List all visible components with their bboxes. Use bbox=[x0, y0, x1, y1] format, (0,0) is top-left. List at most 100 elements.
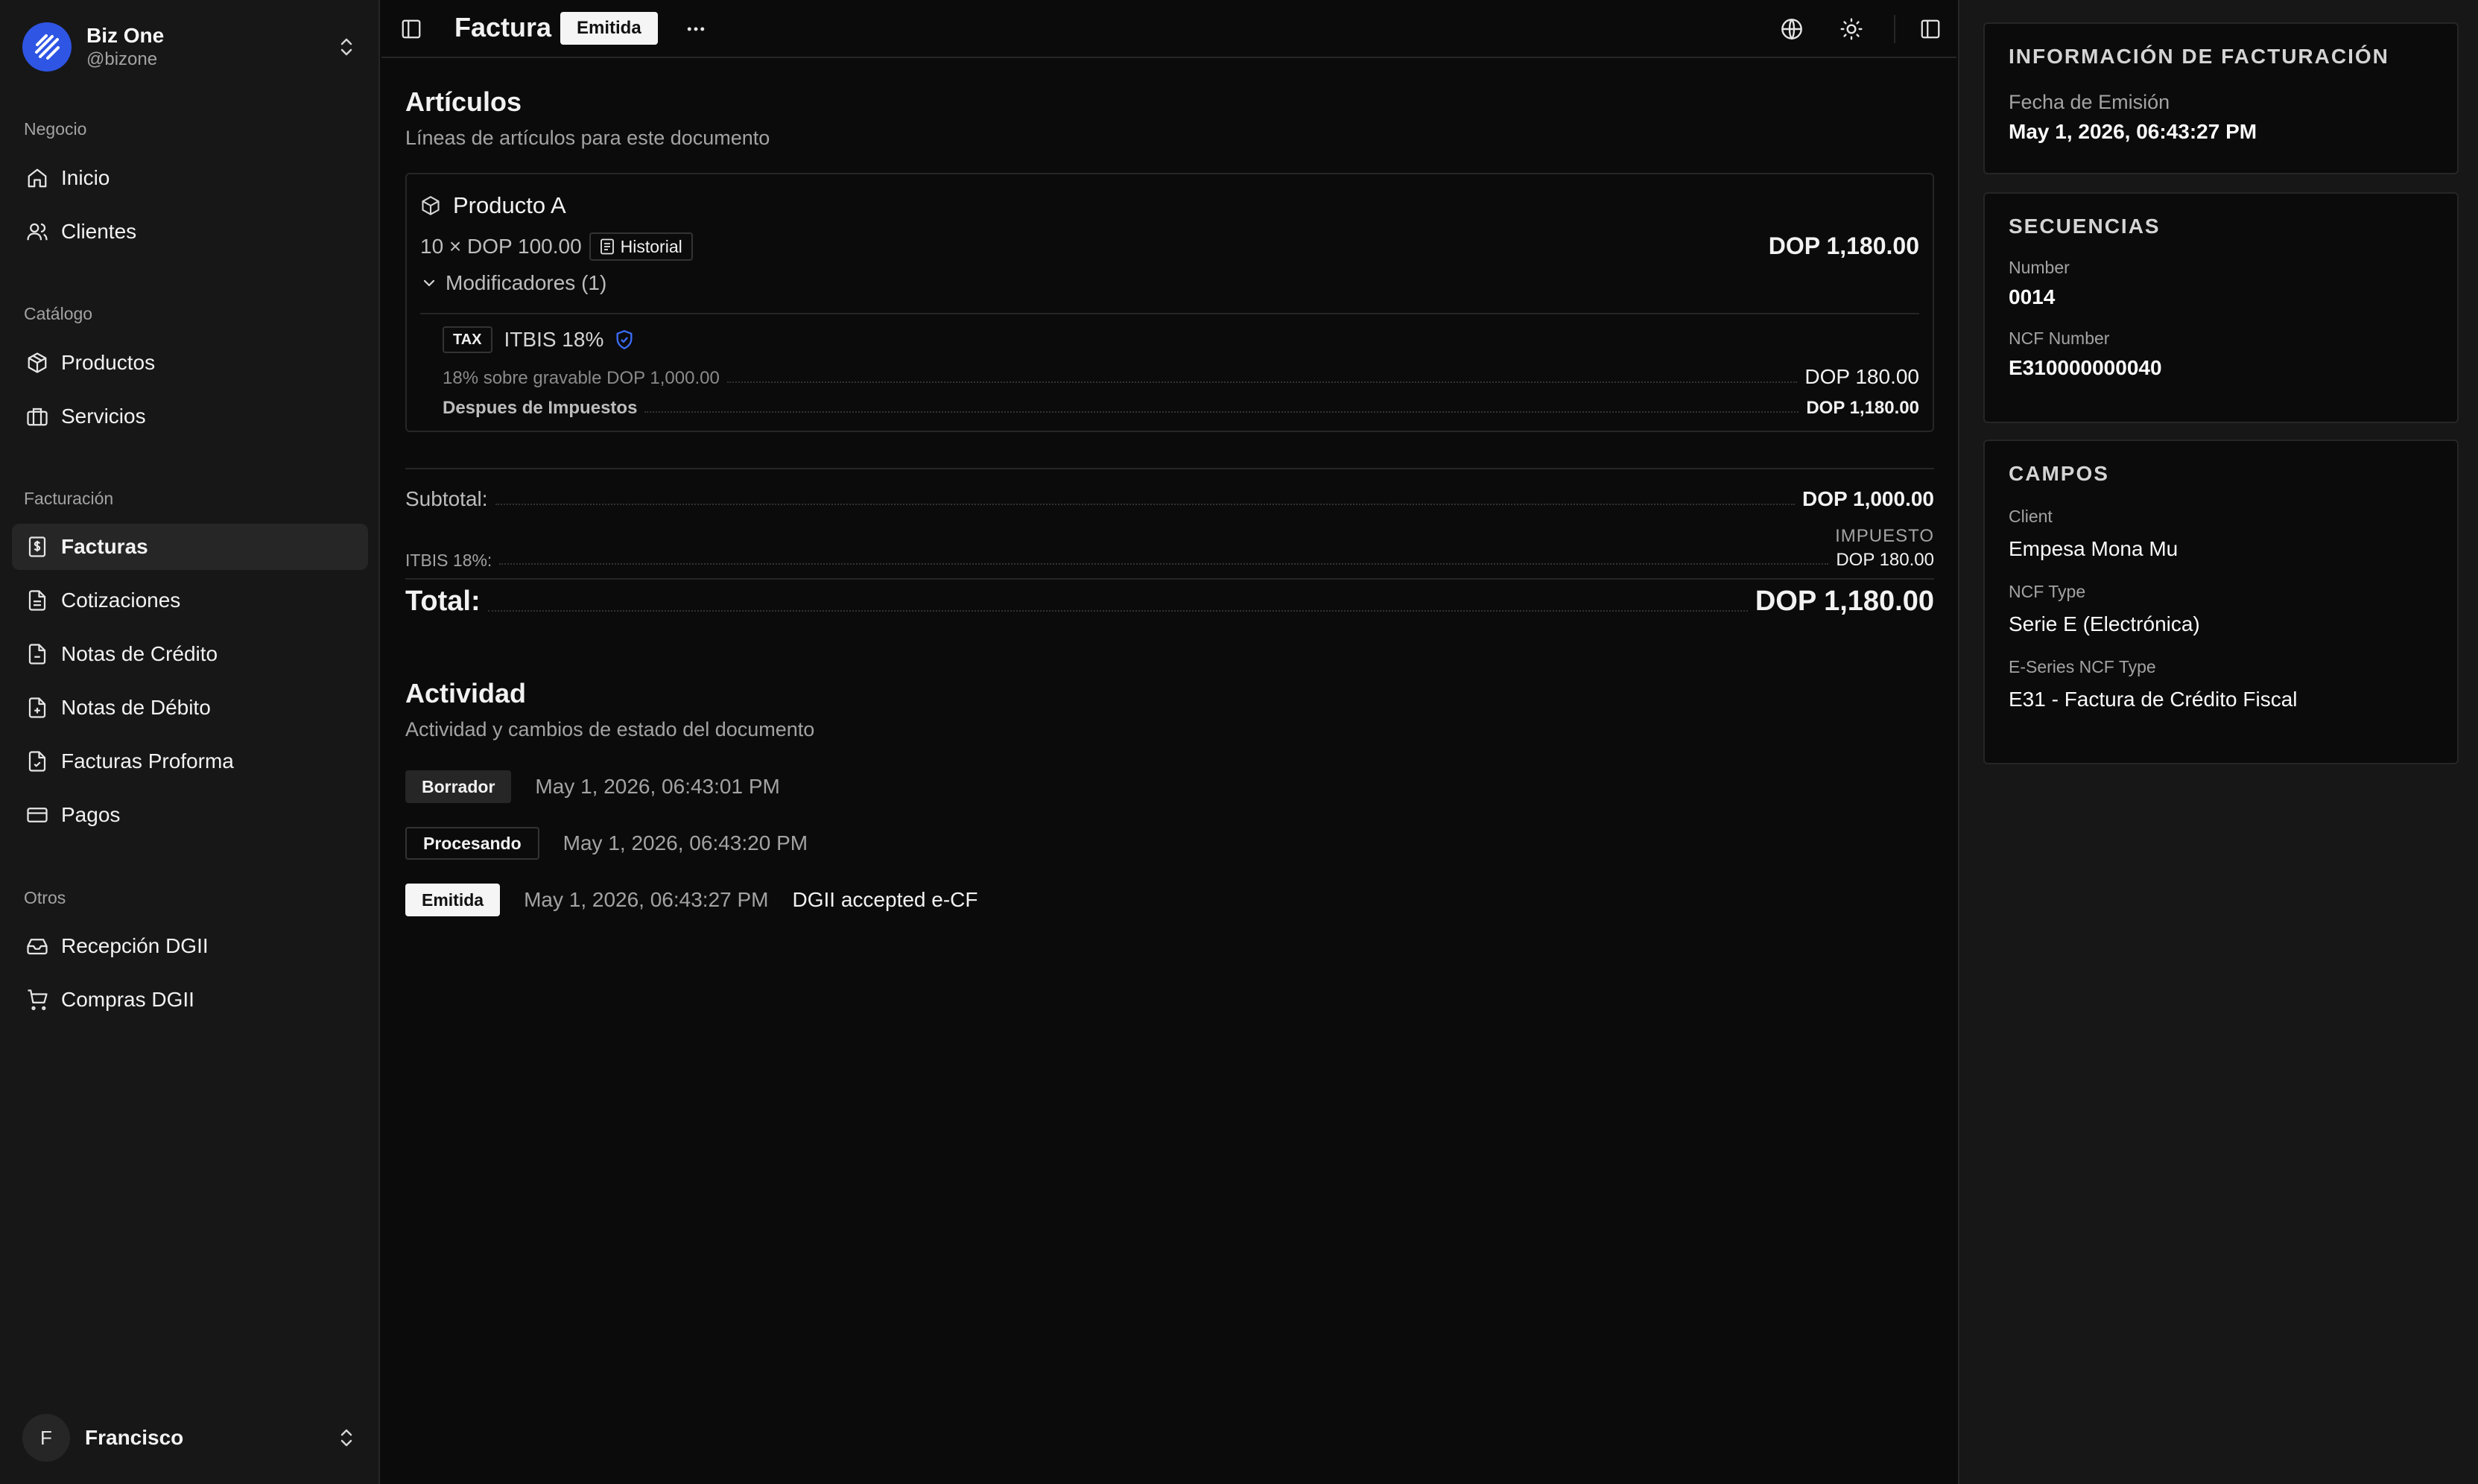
leader-dots bbox=[487, 610, 1748, 612]
user-name: Francisco bbox=[85, 1426, 184, 1449]
sidebar-item-label: Clientes bbox=[61, 220, 137, 243]
briefcase-icon bbox=[24, 403, 51, 430]
item-line-total: DOP 1,180.00 bbox=[1768, 232, 1919, 259]
sidebar-item-label: Inicio bbox=[61, 166, 110, 189]
file-text-icon bbox=[24, 587, 51, 614]
sidebar-item-compras-dgii[interactable]: Compras DGII bbox=[12, 977, 368, 1023]
total-divider bbox=[405, 578, 1934, 580]
nav-group-catalogo: Catálogo bbox=[24, 304, 93, 323]
sidebar-item-label: Notas de Débito bbox=[61, 696, 211, 719]
eseries-label: E-Series NCF Type bbox=[2009, 657, 2156, 676]
modifier-amount: DOP 180.00 bbox=[1804, 365, 1919, 388]
details-panel: INFORMACIÓN DE FACTURACIÓN Fecha de Emis… bbox=[1958, 0, 2478, 1484]
globe-icon[interactable] bbox=[1777, 14, 1807, 44]
nav-group-negocio: Negocio bbox=[24, 119, 87, 139]
sidebar-item-clientes[interactable]: Clientes bbox=[12, 209, 368, 255]
activity-title: Actividad bbox=[405, 678, 527, 708]
sidebar-item-recepcion-dgii[interactable]: Recepción DGII bbox=[12, 923, 368, 969]
sidebar: Biz One @bizone Negocio Inicio Clientes … bbox=[0, 0, 380, 1484]
user-menu[interactable]: F Francisco bbox=[22, 1414, 358, 1462]
item-qty-price: 10 × DOP 100.00 bbox=[420, 235, 582, 258]
modifier-name: ITBIS 18% bbox=[504, 328, 604, 351]
fields-title: CAMPOS bbox=[2009, 462, 2109, 485]
home-icon bbox=[24, 165, 51, 191]
billing-info-title: INFORMACIÓN DE FACTURACIÓN bbox=[2009, 45, 2389, 68]
sidebar-item-facturas-proforma[interactable]: Facturas Proforma bbox=[12, 738, 368, 784]
articles-subtitle: Líneas de artículos para este documento bbox=[405, 127, 770, 149]
sequences-title: SECUENCIAS bbox=[2009, 215, 2161, 238]
activity-event: Procesando May 1, 2026, 06:43:20 PM bbox=[405, 827, 808, 860]
topbar-divider bbox=[1894, 15, 1895, 43]
modifiers-label: Modificadores (1) bbox=[446, 271, 607, 294]
receipt-dollar-icon bbox=[24, 533, 51, 560]
nav-group-otros: Otros bbox=[24, 888, 66, 907]
sequences-card: SECUENCIAS Number 0014 NCF Number E31000… bbox=[1983, 192, 2459, 423]
sidebar-toggle-icon[interactable] bbox=[396, 14, 426, 44]
number-label: Number bbox=[2009, 258, 2070, 277]
issue-date-value: May 1, 2026, 06:43:27 PM bbox=[2009, 120, 2257, 143]
tax-label: ITBIS 18%: bbox=[405, 551, 492, 570]
ncf-type-value: Serie E (Electrónica) bbox=[2009, 612, 2200, 635]
modifier-detail: 18% sobre gravable DOP 1,000.00 bbox=[443, 368, 720, 388]
totals-divider bbox=[405, 468, 1934, 469]
nav-group-facturacion: Facturación bbox=[24, 489, 114, 508]
sidebar-item-notas-debito[interactable]: Notas de Débito bbox=[12, 685, 368, 731]
org-handle: @bizone bbox=[86, 49, 158, 69]
topbar: Factura Emitida bbox=[381, 0, 1956, 58]
event-status-badge: Emitida bbox=[405, 884, 501, 916]
sidebar-item-notas-credito[interactable]: Notas de Crédito bbox=[12, 631, 368, 677]
sidebar-item-productos[interactable]: Productos bbox=[12, 340, 368, 386]
org-switcher[interactable]: Biz One @bizone bbox=[22, 21, 358, 73]
eseries-value: E31 - Factura de Crédito Fiscal bbox=[2009, 688, 2298, 711]
sidebar-item-label: Cotizaciones bbox=[61, 589, 181, 612]
leader-dots bbox=[726, 381, 1798, 383]
more-horizontal-icon[interactable] bbox=[681, 14, 711, 44]
sidebar-item-cotizaciones[interactable]: Cotizaciones bbox=[12, 577, 368, 624]
receipt-icon bbox=[600, 238, 615, 255]
client-value: Empesa Mona Mu bbox=[2009, 537, 2178, 560]
after-tax-label: Despues de Impuestos bbox=[443, 398, 638, 418]
package-icon bbox=[24, 349, 51, 376]
client-label: Client bbox=[2009, 507, 2053, 526]
credit-card-icon bbox=[24, 802, 51, 828]
activity-subtitle: Actividad y cambios de estado del docume… bbox=[405, 718, 815, 741]
event-status-badge: Procesando bbox=[405, 827, 539, 860]
file-plus-icon bbox=[24, 694, 51, 721]
sidebar-item-label: Notas de Crédito bbox=[61, 642, 218, 665]
fields-card: CAMPOS Client Empesa Mona Mu NCF Type Se… bbox=[1983, 440, 2459, 764]
sidebar-item-inicio[interactable]: Inicio bbox=[12, 155, 368, 201]
totals-section: Subtotal: DOP 1,000.00 IMPUESTO ITBIS 18… bbox=[405, 468, 1934, 618]
cart-icon bbox=[24, 986, 51, 1013]
total-value: DOP 1,180.00 bbox=[1755, 586, 1934, 617]
file-minus-icon bbox=[24, 641, 51, 668]
ncf-number-label: NCF Number bbox=[2009, 329, 2110, 348]
sidebar-item-pagos[interactable]: Pagos bbox=[12, 792, 368, 838]
sidebar-item-facturas[interactable]: Facturas bbox=[12, 524, 368, 570]
modifiers-toggle[interactable]: Modificadores (1) bbox=[420, 271, 606, 295]
file-check-icon bbox=[24, 748, 51, 775]
sidebar-item-label: Servicios bbox=[61, 405, 146, 428]
chevrons-up-down-icon bbox=[335, 1423, 358, 1453]
panel-right-toggle-icon[interactable] bbox=[1915, 14, 1945, 44]
main-content: Factura Emitida Artículos Líneas de artí… bbox=[381, 0, 1956, 1484]
item-name: Producto A bbox=[453, 192, 566, 218]
sidebar-item-label: Facturas bbox=[61, 535, 148, 558]
sidebar-item-label: Pagos bbox=[61, 803, 121, 826]
leader-dots bbox=[644, 411, 1799, 413]
leader-dots bbox=[499, 563, 1829, 565]
sidebar-item-servicios[interactable]: Servicios bbox=[12, 393, 368, 440]
ncf-number-value: E310000000040 bbox=[2009, 356, 2162, 379]
event-note: DGII accepted e-CF bbox=[792, 888, 978, 911]
sidebar-item-label: Facturas Proforma bbox=[61, 749, 234, 773]
billing-info-card: INFORMACIÓN DE FACTURACIÓN Fecha de Emis… bbox=[1983, 22, 2459, 174]
total-label: Total: bbox=[405, 586, 481, 617]
modifiers-divider bbox=[420, 313, 1919, 314]
sun-icon[interactable] bbox=[1837, 14, 1866, 44]
subtotal-label: Subtotal: bbox=[405, 487, 488, 510]
issue-date-label: Fecha de Emisión bbox=[2009, 91, 2170, 113]
ncf-type-label: NCF Type bbox=[2009, 582, 2086, 601]
package-icon bbox=[420, 195, 441, 216]
event-time: May 1, 2026, 06:43:27 PM bbox=[524, 888, 769, 911]
org-logo-icon bbox=[22, 22, 72, 72]
history-button[interactable]: Historial bbox=[589, 232, 693, 261]
